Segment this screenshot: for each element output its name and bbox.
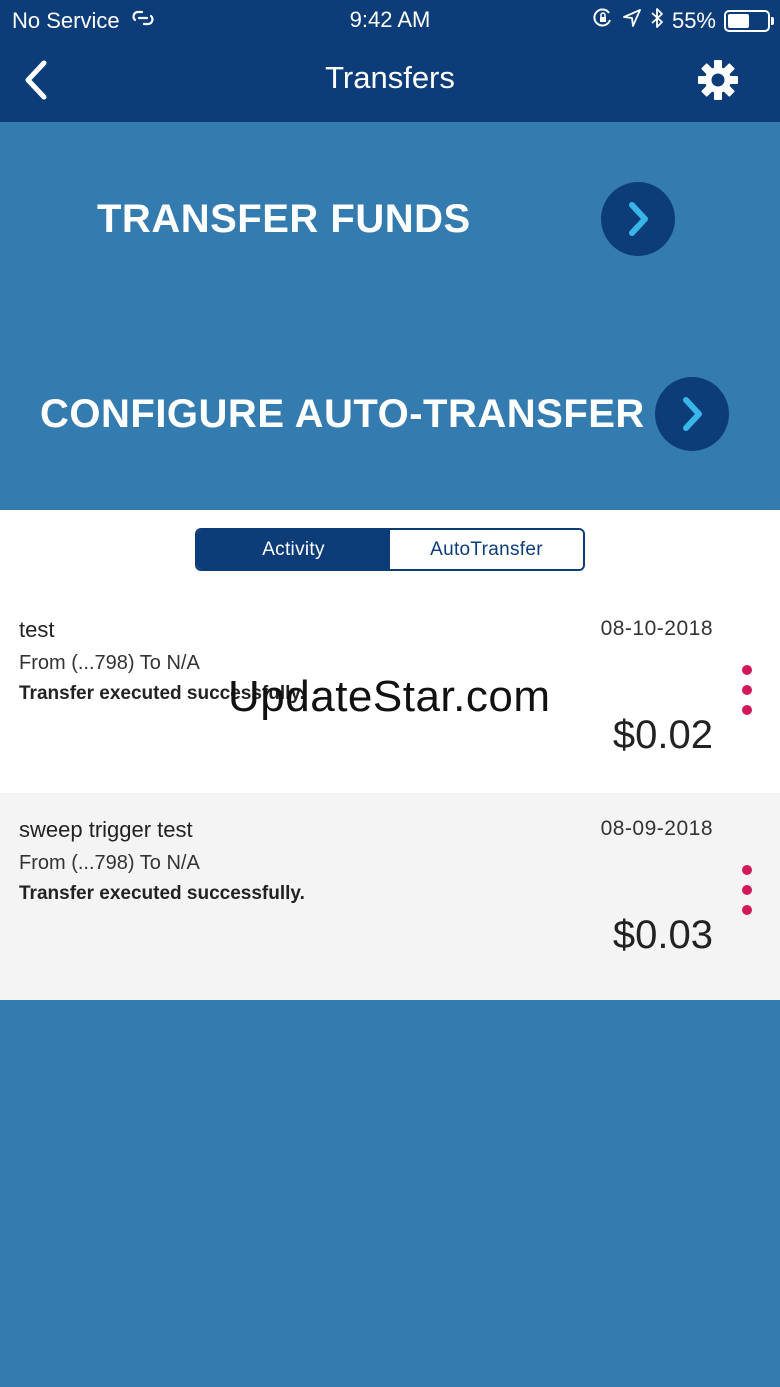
battery-percent: 55% [671,8,716,33]
transaction-date: 08-10-2018 [600,617,713,640]
kebab-dot [742,885,752,895]
configure-auto-transfer-action[interactable]: CONFIGURE AUTO-TRANSFER [40,377,729,451]
settings-button[interactable] [696,58,740,102]
activity-section: Activity AutoTransfer test From (...798)… [0,510,780,1000]
tab-autotransfer[interactable]: AutoTransfer [390,530,583,569]
transaction-name: sweep trigger test [19,817,193,842]
configure-auto-transfer-label: CONFIGURE AUTO-TRANSFER [40,391,645,436]
configure-auto-transfer-button[interactable] [654,377,729,451]
tab-activity[interactable]: Activity [197,530,390,569]
chevron-right-icon [682,397,702,431]
kebab-dot [742,865,752,875]
transaction-status: Transfer executed successfully. [19,883,305,904]
more-options-button[interactable] [734,665,760,715]
more-options-button[interactable] [734,865,760,915]
transaction-name: test [19,617,55,642]
watermark: UpdateStar.com [228,672,551,721]
kebab-dot [742,685,752,695]
transaction-amount: $0.03 [612,913,713,957]
transfer-funds-button[interactable] [600,182,675,256]
kebab-dot [742,905,752,915]
kebab-dot [742,665,752,675]
segmented-control: Activity AutoTransfer [195,528,585,571]
transfer-funds-label: TRANSFER FUNDS [97,196,471,241]
transfer-funds-action[interactable]: TRANSFER FUNDS [97,182,675,256]
transaction-date: 08-09-2018 [600,817,713,840]
battery-icon [724,10,774,32]
bluetooth-icon [650,7,664,35]
orientation-lock-icon [592,7,614,35]
nav-bar: Transfers [0,40,780,122]
kebab-dot [742,705,752,715]
transfer-actions-panel: TRANSFER FUNDS CONFIGURE AUTO-TRANSFER [0,122,780,510]
battery-level [728,14,749,28]
transaction-amount: $0.02 [612,713,713,757]
transaction-row[interactable]: sweep trigger test From (...798) To N/A … [0,793,780,1000]
location-icon [622,8,642,34]
page-title: Transfers [325,60,455,95]
gear-icon [698,60,738,100]
empty-area [0,1000,780,1387]
transaction-from-to: From (...798) To N/A [19,852,200,874]
status-bar: No Service 9:42 AM 55% [0,0,780,40]
transaction-from-to: From (...798) To N/A [19,652,200,674]
chevron-right-icon [628,202,648,236]
